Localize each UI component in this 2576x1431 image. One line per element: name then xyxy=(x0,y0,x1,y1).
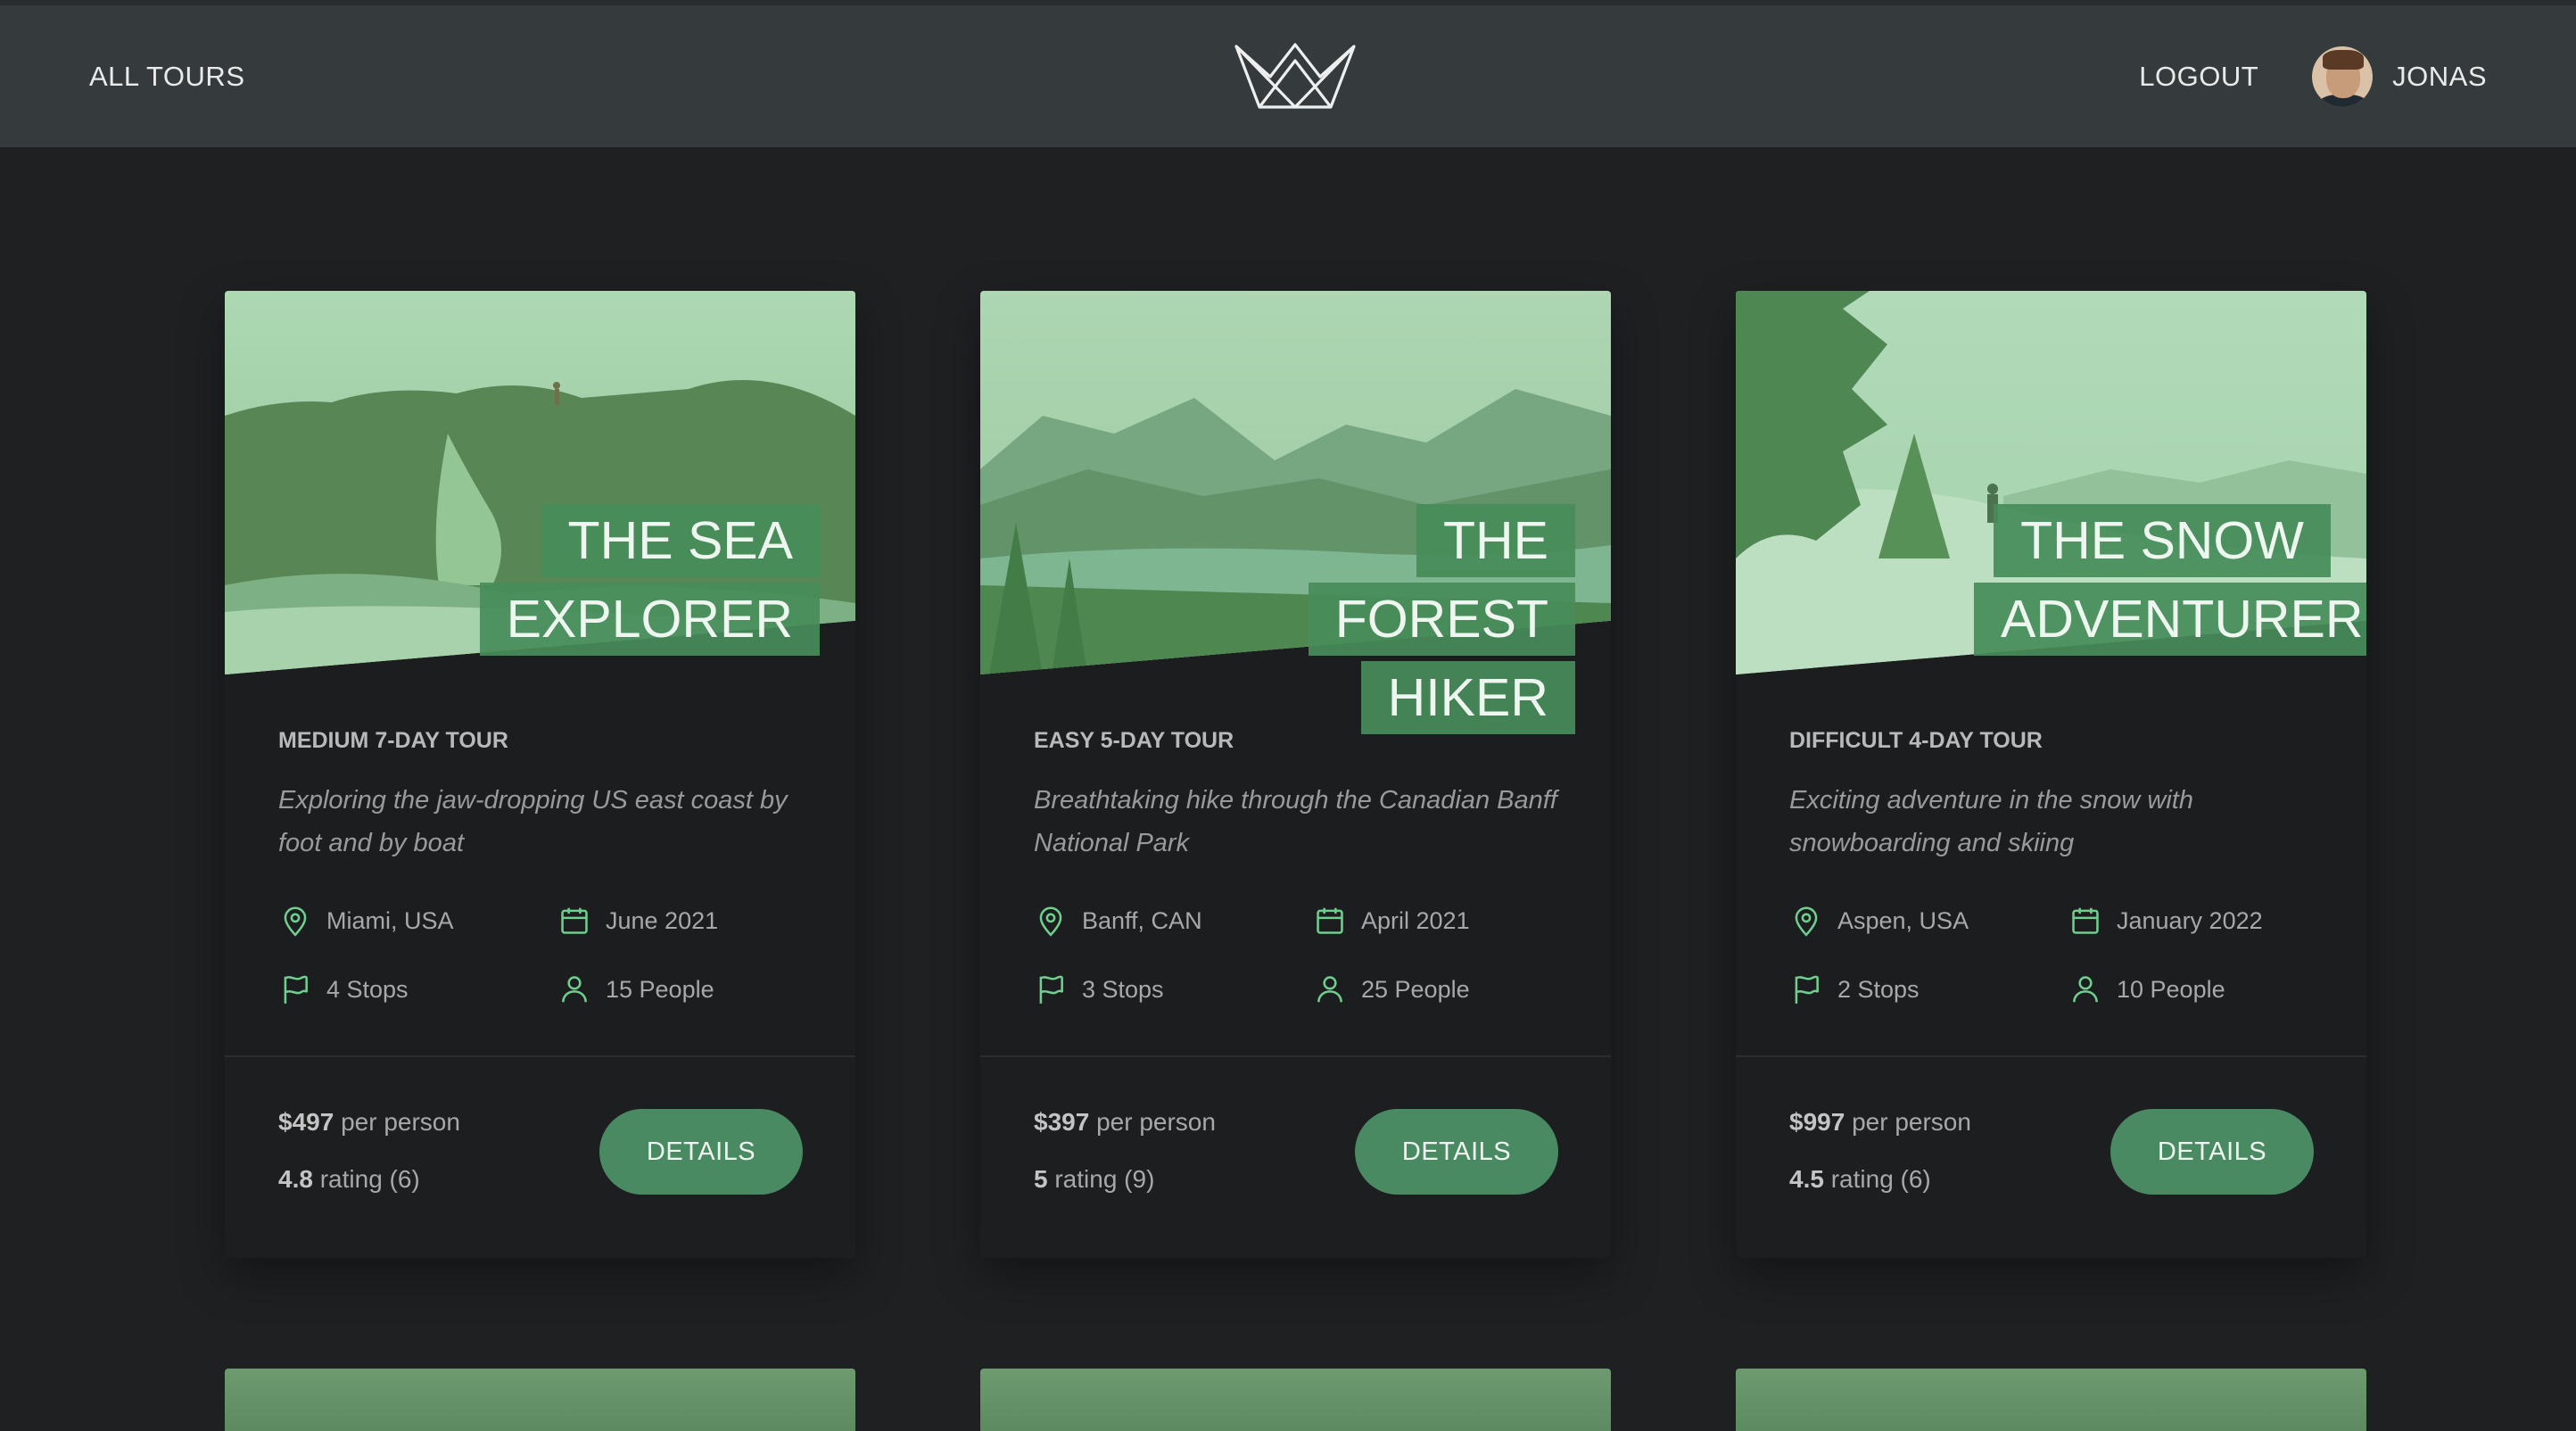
tour-rating: 4.8 rating (6) xyxy=(278,1165,420,1193)
details-button[interactable]: DETAILS xyxy=(1355,1109,1558,1195)
tour-difficulty-duration: DIFFICULT 4-DAY TOUR xyxy=(1789,728,2043,753)
tour-name: THE FOREST HIKER xyxy=(1218,501,1575,737)
avatar[interactable] xyxy=(2312,45,2374,107)
tour-location: Banff, CAN xyxy=(1034,903,1202,939)
user-icon xyxy=(2073,976,2098,1003)
flag-icon xyxy=(284,975,308,1004)
tour-facts: Miami, USA June 2021 4 Stops 15 People xyxy=(278,903,813,1046)
tour-date: April 2021 xyxy=(1313,903,1470,939)
tour-stops: 3 Stops xyxy=(1034,972,1164,1007)
tour-price: $397 per person xyxy=(1034,1108,1216,1136)
tour-facts: Banff, CAN April 2021 3 Stops 25 People xyxy=(1034,903,1569,1046)
tour-price: $997 per person xyxy=(1789,1108,1971,1136)
tour-location: Aspen, USA xyxy=(1789,903,1969,939)
all-tours-link[interactable]: ALL TOURS xyxy=(89,61,245,93)
details-button[interactable]: DETAILS xyxy=(2110,1109,2314,1195)
tour-stops: 2 Stops xyxy=(1789,972,1920,1007)
user-icon xyxy=(562,976,587,1003)
map-pin-icon xyxy=(1795,906,1818,937)
tour-name: THE SNOW ADVENTURER xyxy=(1974,501,2366,658)
crown-logo-icon[interactable] xyxy=(1233,41,1358,112)
tour-card: THE SNOW ADVENTURER DIFFICULT 4-DAY TOUR … xyxy=(1736,291,2366,1258)
calendar-icon xyxy=(1317,907,1343,934)
tour-name: THE SEA EXPLORER xyxy=(463,501,820,658)
tour-date: January 2022 xyxy=(2068,903,2263,939)
tour-people: 10 People xyxy=(2068,972,2225,1007)
tour-stops: 4 Stops xyxy=(278,972,409,1007)
tour-rating: 5 rating (9) xyxy=(1034,1165,1155,1193)
site-header: ALL TOURS LOGOUT JONAS xyxy=(0,5,2576,147)
map-pin-icon xyxy=(284,906,307,937)
tour-card: THE SEA EXPLORER MEDIUM 7-DAY TOUR Explor… xyxy=(225,291,855,1258)
tour-price: $497 per person xyxy=(278,1108,460,1136)
tour-card: THE FOREST HIKER EASY 5-DAY TOUR Breathta… xyxy=(980,291,1611,1258)
tour-difficulty-duration: MEDIUM 7-DAY TOUR xyxy=(278,728,508,753)
user-icon xyxy=(1317,976,1342,1003)
tour-difficulty-duration: EASY 5-DAY TOUR xyxy=(1034,728,1234,753)
tour-summary: Exciting adventure in the snow with snow… xyxy=(1789,786,2193,857)
logout-link[interactable]: LOGOUT xyxy=(2139,61,2258,93)
map-pin-icon xyxy=(1039,906,1062,937)
tour-people: 25 People xyxy=(1313,972,1470,1007)
tour-summary: Breathtaking hike through the Canadian B… xyxy=(1034,786,1557,857)
flag-icon xyxy=(1039,975,1063,1004)
user-nav: LOGOUT JONAS xyxy=(2139,45,2487,107)
flag-icon xyxy=(1795,975,1819,1004)
tour-summary: Exploring the jaw-dropping US east coast… xyxy=(278,786,788,857)
user-name-link[interactable]: JONAS xyxy=(2392,61,2487,93)
tour-location: Miami, USA xyxy=(278,903,454,939)
tour-rating: 4.5 rating (6) xyxy=(1789,1165,1931,1193)
calendar-icon xyxy=(561,907,588,934)
tour-date: June 2021 xyxy=(557,903,718,939)
calendar-icon xyxy=(2072,907,2099,934)
tour-facts: Aspen, USA January 2022 2 Stops 10 Peopl… xyxy=(1789,903,2324,1046)
details-button[interactable]: DETAILS xyxy=(599,1109,803,1195)
tour-people: 15 People xyxy=(557,972,714,1007)
